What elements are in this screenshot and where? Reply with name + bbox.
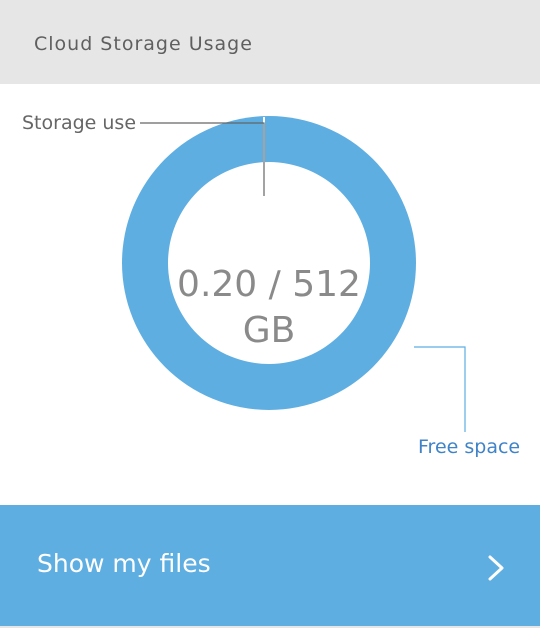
free-space-label: Free space: [418, 436, 521, 458]
show-files-label: Show my files: [37, 549, 211, 578]
page-title: Cloud Storage Usage: [34, 33, 253, 55]
header-bar: Cloud Storage Usage: [0, 0, 540, 84]
storage-use-label: Storage use: [22, 112, 137, 134]
usage-value: 0.20 / 512: [177, 264, 361, 305]
chevron-right-icon: [488, 555, 504, 581]
free-space-leader-line: [414, 346, 466, 432]
usage-unit: GB: [242, 310, 296, 351]
storage-chart: 0.20 / 512 GB Storage use Free space: [0, 84, 540, 504]
show-files-button[interactable]: Show my files: [0, 505, 540, 626]
center-usage-text: 0.20 / 512 GB: [169, 262, 369, 354]
